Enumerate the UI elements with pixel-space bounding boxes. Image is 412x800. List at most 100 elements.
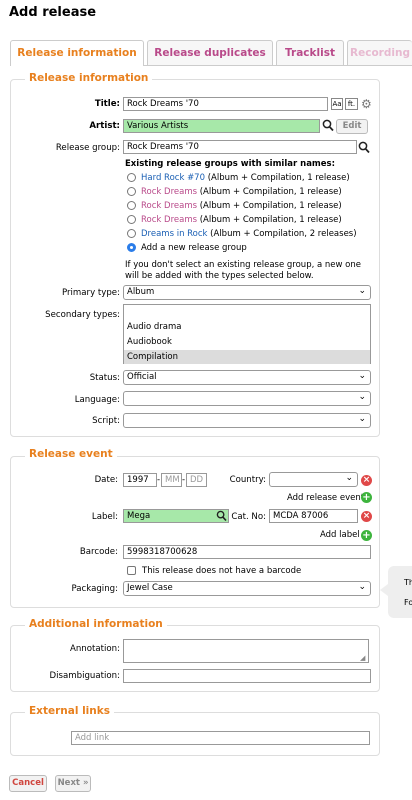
rg-option-meta: (Album + Compilation, 1 release): [205, 173, 350, 183]
rg-option[interactable]: Rock Dreams (Album + Compilation, 1 rele…: [141, 187, 342, 197]
help-tooltip: [388, 566, 412, 618]
secondary-type-option[interactable]: Audio drama: [124, 320, 370, 334]
resize-handle-icon[interactable]: ◢: [360, 654, 365, 662]
rg-option[interactable]: Dreams in Rock (Album + Compilation, 2 r…: [141, 229, 357, 239]
rg-option-radio[interactable]: [127, 187, 136, 196]
add-icon[interactable]: +: [361, 492, 372, 503]
rg-option-link[interactable]: Rock Dreams: [141, 201, 197, 211]
rg-option-link[interactable]: Hard Rock #70: [141, 173, 205, 183]
rg-option-radio[interactable]: [127, 215, 136, 224]
date-day-input[interactable]: DD: [186, 473, 207, 487]
disambiguation-input[interactable]: [123, 669, 371, 683]
release-information-legend: Release information: [25, 72, 153, 84]
barcode-input[interactable]: 5998318700628: [123, 545, 371, 559]
date-separator: -: [157, 475, 161, 485]
remove-icon[interactable]: ×: [361, 475, 372, 486]
annotation-label: Annotation:: [69, 644, 120, 654]
chevron-down-icon: ⌄: [358, 286, 366, 296]
date-separator: -: [182, 475, 186, 485]
language-select[interactable]: ⌄: [123, 391, 371, 406]
chevron-down-icon: ⌄: [358, 414, 366, 424]
tab-tracklist[interactable]: Tracklist: [276, 40, 344, 65]
search-icon[interactable]: [358, 141, 370, 154]
country-label: Country:: [229, 475, 266, 485]
title-label: Title:: [94, 99, 120, 109]
add-icon[interactable]: +: [361, 530, 372, 541]
secondary-types-listbox[interactable]: Audio drama Audiobook Compilation: [123, 304, 371, 364]
add-link-input[interactable]: Add link: [71, 731, 370, 745]
artist-input[interactable]: Various Artists: [123, 119, 320, 133]
rg-option-meta: (Album + Compilation, 1 release): [197, 215, 342, 225]
no-barcode-label: This release does not have a barcode: [142, 566, 302, 576]
rg-option-radio[interactable]: [127, 173, 136, 182]
rg-new-label: Add a new release group: [141, 243, 247, 253]
rg-option[interactable]: Hard Rock #70 (Album + Compilation, 1 re…: [141, 173, 350, 183]
existing-rg-heading: Existing release groups with similar nam…: [125, 159, 336, 169]
script-label: Script:: [92, 416, 120, 426]
status-value: Official: [127, 372, 157, 382]
packaging-label: Packaging:: [71, 584, 118, 594]
barcode-label: Barcode:: [79, 547, 118, 557]
cancel-button[interactable]: Cancel: [9, 775, 47, 792]
guess-case-icon[interactable]: Aa: [331, 98, 343, 110]
tab-release-information[interactable]: Release information: [10, 40, 144, 66]
language-label: Language:: [74, 395, 120, 405]
tab-recording[interactable]: Recording: [347, 40, 412, 65]
search-icon[interactable]: [322, 119, 334, 132]
rg-new-radio[interactable]: [127, 243, 136, 252]
secondary-type-option[interactable]: Audiobook: [124, 335, 370, 349]
page-title: Add release: [9, 5, 97, 20]
no-barcode-checkbox[interactable]: [127, 566, 136, 575]
annotation-textarea[interactable]: [123, 639, 369, 663]
external-links-legend: External links: [25, 705, 114, 717]
date-year-input[interactable]: 1997: [123, 473, 157, 487]
help-tooltip-line1: Th: [404, 578, 412, 587]
tab-release-duplicates[interactable]: Release duplicates: [147, 40, 273, 65]
rg-option-meta: (Album + Compilation, 1 release): [197, 201, 342, 211]
chevron-down-icon: ⌄: [358, 392, 366, 402]
rg-note-line2: will be added with the types selected be…: [125, 271, 314, 281]
remove-icon[interactable]: ×: [361, 511, 372, 522]
rg-option-radio[interactable]: [127, 201, 136, 210]
label-input[interactable]: Mega: [123, 509, 229, 523]
packaging-select[interactable]: Jewel Case ⌄: [123, 581, 371, 596]
add-release-event-link[interactable]: Add release event: [287, 493, 364, 503]
rg-option[interactable]: Rock Dreams (Album + Compilation, 1 rele…: [141, 215, 342, 225]
rg-option-link[interactable]: Rock Dreams: [141, 187, 197, 197]
release-event-legend: Release event: [25, 448, 117, 460]
chevron-down-icon: ⌄: [358, 371, 366, 381]
secondary-types-label: Secondary types:: [45, 310, 120, 320]
guess-feat-icon[interactable]: ft.: [345, 98, 358, 110]
help-tooltip-arrow: [380, 584, 388, 596]
release-group-input[interactable]: Rock Dreams '70: [123, 140, 357, 154]
primary-type-label: Primary type:: [61, 288, 120, 298]
script-select[interactable]: ⌄: [123, 413, 371, 428]
search-icon[interactable]: [216, 510, 227, 522]
status-select[interactable]: Official ⌄: [123, 370, 371, 385]
catno-input[interactable]: MCDA 87006: [269, 509, 358, 523]
rg-option-meta: (Album + Compilation, 1 release): [197, 187, 342, 197]
rg-option[interactable]: Rock Dreams (Album + Compilation, 1 rele…: [141, 201, 342, 211]
secondary-type-option[interactable]: Compilation: [124, 350, 370, 364]
catno-label: Cat. No:: [231, 512, 266, 522]
rg-note-line1: If you don't select an existing release …: [125, 260, 361, 270]
rg-option-meta: (Album + Compilation, 2 releases): [207, 229, 357, 239]
help-tooltip-line2: Fo: [404, 598, 412, 607]
title-input[interactable]: Rock Dreams '70: [123, 97, 328, 111]
rg-option-radio[interactable]: [127, 229, 136, 238]
label-label: Label:: [91, 512, 118, 522]
add-label-link[interactable]: Add label: [320, 530, 360, 540]
edit-artist-button[interactable]: Edit: [336, 119, 368, 134]
chevron-down-icon: ⌄: [345, 473, 353, 483]
date-month-input[interactable]: MM: [161, 473, 182, 487]
gear-icon[interactable]: ⚙: [361, 97, 372, 111]
rg-option-link[interactable]: Dreams in Rock: [141, 229, 207, 239]
primary-type-select[interactable]: Album ⌄: [123, 285, 371, 300]
country-select[interactable]: ⌄: [269, 472, 358, 487]
artist-label: Artist:: [89, 121, 120, 131]
rg-option-link[interactable]: Rock Dreams: [141, 215, 197, 225]
next-button[interactable]: Next »: [55, 775, 91, 792]
additional-information-legend: Additional information: [25, 618, 167, 630]
disambiguation-label: Disambiguation:: [49, 671, 121, 681]
primary-type-value: Album: [127, 287, 155, 297]
